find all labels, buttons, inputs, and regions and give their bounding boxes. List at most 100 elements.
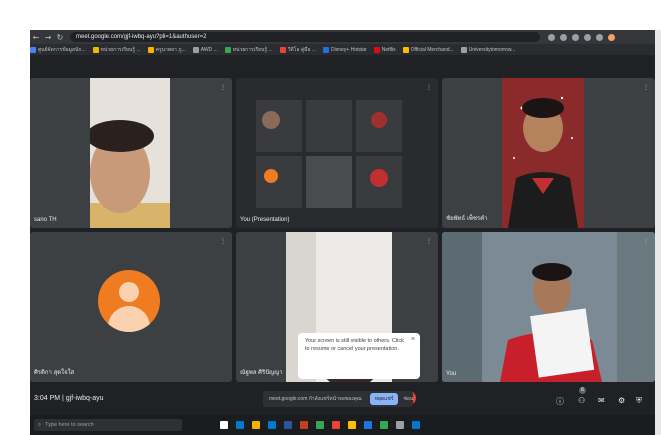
- activities-icon[interactable]: ⚙: [618, 396, 625, 405]
- bookmark-icon: [192, 46, 199, 53]
- app-icon-4[interactable]: [396, 421, 404, 429]
- meeting-time: 3:04 PM: [34, 395, 61, 402]
- participant-name: You: [446, 371, 457, 377]
- close-icon[interactable]: ×: [411, 336, 415, 343]
- star-icon[interactable]: [572, 33, 579, 41]
- profile-avatar-icon[interactable]: [608, 33, 615, 41]
- participant-tile-self[interactable]: ⋮ You: [442, 232, 655, 382]
- hide-button[interactable]: ซ่อน: [403, 395, 413, 403]
- store-icon[interactable]: [268, 421, 276, 429]
- bookmark-icon: [460, 46, 467, 53]
- pin-icon[interactable]: ⋮: [643, 84, 649, 91]
- bookmark-item[interactable]: ครูนาตยา ภู...: [147, 46, 186, 54]
- participant-tile-presentation[interactable]: ⋮ You (Presentation): [236, 78, 438, 228]
- bookmarks-bar: ศูนย์จัดการข้อมูลนัก... หน่วยการเรียนรู้ …: [30, 44, 655, 55]
- bookmark-item[interactable]: หน่วยการเรียนรู้ ...: [92, 46, 141, 54]
- meeting-code: gjf-iwbq-ayu: [65, 395, 104, 402]
- address-bar[interactable]: meet.google.com/gjf-iwbq-ayu?pli=1&authu…: [70, 32, 540, 42]
- participant-video-3: [502, 78, 584, 228]
- app-icon-5[interactable]: [412, 421, 420, 429]
- pin-icon[interactable]: ⋮: [426, 238, 432, 245]
- participant-name: ณัฐพล ศิริปัญญา: [240, 370, 283, 376]
- bookmark-label: Universitytomorrow...: [468, 46, 516, 53]
- chrome-icon[interactable]: [316, 421, 324, 429]
- chat-icon[interactable]: ✉: [598, 396, 605, 405]
- people-icon[interactable]: ⚇: [578, 396, 585, 405]
- bookmark-icon: [279, 46, 286, 53]
- meet-window: ← → ↻ meet.google.com/gjf-iwbq-ayu?pli=1…: [30, 30, 655, 435]
- forward-icon[interactable]: →: [42, 33, 54, 42]
- bookmark-item[interactable]: ศูนย์จัดการข้อมูลนัก...: [30, 46, 86, 54]
- reload-icon[interactable]: ↻: [54, 33, 66, 42]
- toast-message: Your screen is still visible to others. …: [305, 338, 404, 352]
- bookmark-label: ศูนย์จัดการข้อมูลนัก...: [38, 46, 86, 53]
- address-url: meet.google.com/gjf-iwbq-ayu?pli=1&authu…: [76, 34, 207, 40]
- share-notice-text: meet.google.com กำลังแชร์หน้าจอของคุณ: [269, 396, 362, 402]
- pin-icon[interactable]: ⋮: [426, 84, 432, 91]
- pin-icon[interactable]: ⋮: [643, 238, 649, 245]
- participant-count-badge: 6: [579, 387, 586, 394]
- participant-name: ชัยพัทธ์ เพ็ชรคำ: [446, 216, 488, 222]
- bookmark-label: ครูนาตยา ภู...: [155, 46, 186, 53]
- pin-icon[interactable]: ⋮: [220, 84, 226, 91]
- participant-name: sano TH: [34, 217, 57, 223]
- share-icon[interactable]: [560, 33, 567, 41]
- presentation-toast: Your screen is still visible to others. …: [298, 333, 420, 379]
- host-controls-icon[interactable]: ⛨: [636, 396, 642, 406]
- page-edge: [655, 30, 661, 435]
- bookmark-icon: [323, 46, 330, 53]
- puzzle-icon[interactable]: [596, 33, 603, 41]
- participant-tile-1[interactable]: ⋮ sano TH: [30, 78, 232, 228]
- presentation-preview: [236, 78, 438, 228]
- taskbar-search-placeholder: Type here to search: [45, 422, 94, 428]
- search-icon: ⌕: [38, 421, 42, 428]
- word-icon[interactable]: [284, 421, 292, 429]
- bookmark-icon: [147, 46, 154, 53]
- stop-sharing-button[interactable]: หยุดแชร์: [369, 393, 399, 405]
- participant-tile-4[interactable]: ⋮ ศิรดิกา สุดใจใส: [30, 232, 232, 382]
- extension-icon[interactable]: [584, 33, 591, 41]
- self-video: [442, 232, 655, 382]
- bookmark-item[interactable]: วีดีโอ คู่มือ ...: [279, 46, 317, 54]
- participant-video-1: [90, 78, 170, 228]
- bookmark-item[interactable]: AWD ...: [192, 46, 218, 53]
- info-icon[interactable]: ⓘ: [556, 396, 564, 407]
- bookmark-item[interactable]: Netflix: [373, 46, 396, 53]
- bookmark-icon: [30, 46, 36, 53]
- bookmark-label: Official Merchand...: [410, 46, 454, 53]
- bookmark-icon: [224, 46, 231, 53]
- bookmark-item[interactable]: Disney+ Hotstar: [323, 46, 367, 53]
- powerpoint-icon[interactable]: [300, 421, 308, 429]
- bookmark-icon: [373, 46, 380, 53]
- bookmark-item[interactable]: หน่วยการเรียนรู้ ...: [224, 46, 273, 54]
- app-icon-3[interactable]: [364, 421, 372, 429]
- meeting-info: 3:04 PM | gjf-iwbq-ayu: [34, 395, 104, 402]
- edge-icon[interactable]: [236, 421, 244, 429]
- file-explorer-icon[interactable]: [252, 421, 260, 429]
- participant-name: ศิรดิกา สุดใจใส: [34, 370, 75, 376]
- participant-name: You (Presentation): [240, 217, 290, 223]
- app-icon-2[interactable]: [348, 421, 356, 429]
- bookmark-label: วีดีโอ คู่มือ ...: [287, 46, 317, 53]
- bookmark-item[interactable]: Universitytomorrow...: [460, 46, 516, 53]
- task-view-icon[interactable]: [220, 421, 228, 429]
- back-icon[interactable]: ←: [30, 33, 42, 42]
- camera-icon[interactable]: [548, 33, 555, 41]
- meeting-controls-bar: 3:04 PM | gjf-iwbq-ayu meet.google.com ก…: [30, 382, 655, 415]
- app-icon[interactable]: [332, 421, 340, 429]
- line-icon[interactable]: [380, 421, 388, 429]
- bookmark-item[interactable]: Official Merchand...: [402, 46, 454, 53]
- screen-share-notice: meet.google.com กำลังแชร์หน้าจอของคุณ หย…: [263, 391, 413, 407]
- bookmark-label: AWD ...: [200, 46, 218, 53]
- bookmark-icon: [92, 46, 99, 53]
- bookmark-label: Netflix: [381, 46, 396, 53]
- bookmark-label: หน่วยการเรียนรู้ ...: [100, 46, 141, 53]
- participant-tile-3[interactable]: ⋮ ชัยพัทธ์ เพ็ชรคำ: [442, 78, 655, 228]
- extension-icons: [548, 33, 615, 41]
- taskbar-search[interactable]: ⌕ Type here to search: [34, 419, 182, 431]
- bookmark-icon: [402, 46, 409, 53]
- pin-icon[interactable]: ⋮: [220, 238, 226, 245]
- bookmark-label: Disney+ Hotstar: [331, 46, 367, 53]
- browser-toolbar: ← → ↻ meet.google.com/gjf-iwbq-ayu?pli=1…: [30, 30, 655, 44]
- windows-taskbar: ⌕ Type here to search: [30, 415, 655, 435]
